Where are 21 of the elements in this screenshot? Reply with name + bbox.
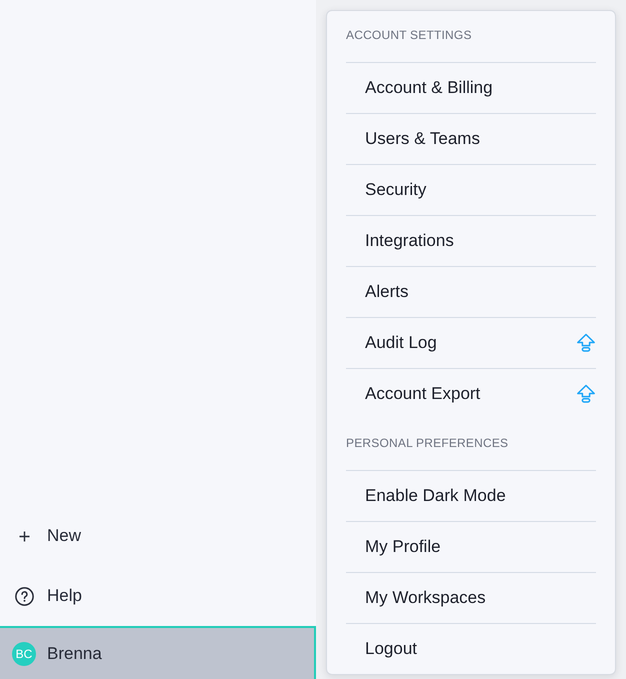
menu-item[interactable]: Alerts — [346, 266, 596, 317]
menu-item[interactable]: Enable Dark Mode — [346, 470, 596, 521]
menu-item[interactable]: Account & Billing — [346, 62, 596, 113]
section-heading: PERSONAL PREFERENCES — [346, 435, 510, 452]
menu-item[interactable]: Audit Log — [346, 317, 596, 368]
menu-item[interactable]: Logout — [346, 623, 596, 674]
upgrade-arrow-icon — [576, 333, 596, 353]
help-icon — [14, 586, 34, 606]
user-avatar: BC — [12, 642, 36, 666]
menu-item[interactable]: Integrations — [346, 215, 596, 266]
menu-item[interactable]: Users & Teams — [346, 113, 596, 164]
plus-icon — [18, 530, 30, 542]
menu-item[interactable]: My Profile — [346, 521, 596, 572]
menu-item[interactable]: Security — [346, 164, 596, 215]
user-account-button[interactable]: BC Brenna — [0, 626, 316, 679]
menu-item[interactable]: My Workspaces — [346, 572, 596, 623]
section-heading: ACCOUNT SETTINGS — [346, 27, 473, 44]
help-button[interactable]: Help — [0, 565, 316, 625]
menu-item[interactable]: Account Export — [346, 368, 596, 419]
upgrade-arrow-icon — [576, 384, 596, 404]
new-button[interactable]: New — [0, 505, 316, 565]
